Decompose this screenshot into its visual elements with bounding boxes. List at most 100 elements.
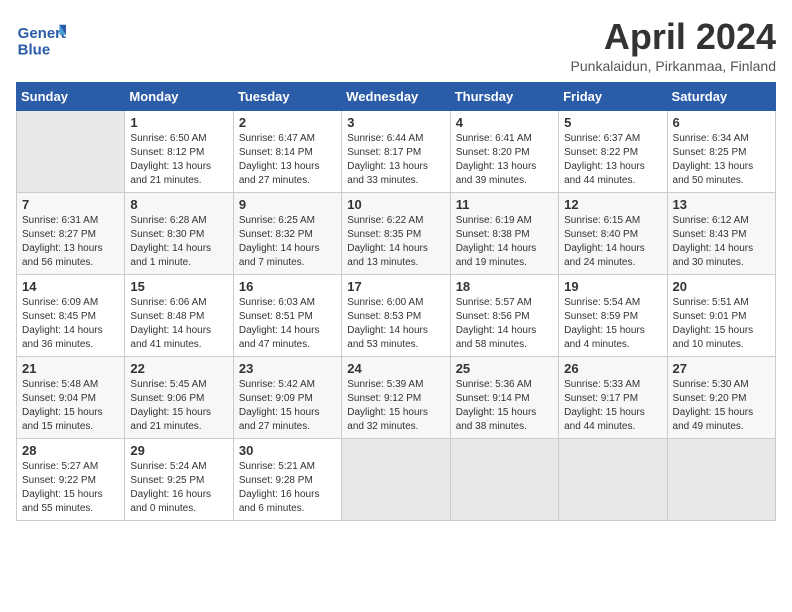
day-number: 12: [564, 197, 661, 212]
calendar-cell: 17 Sunrise: 6:00 AMSunset: 8:53 PMDaylig…: [342, 275, 450, 357]
day-number: 7: [22, 197, 119, 212]
day-info: Sunrise: 6:25 AMSunset: 8:32 PMDaylight:…: [239, 215, 320, 268]
day-number: 26: [564, 361, 661, 376]
calendar-table: SundayMondayTuesdayWednesdayThursdayFrid…: [16, 82, 776, 521]
day-info: Sunrise: 5:45 AMSunset: 9:06 PMDaylight:…: [130, 379, 211, 432]
day-info: Sunrise: 6:34 AMSunset: 8:25 PMDaylight:…: [673, 133, 754, 186]
day-number: 18: [456, 279, 553, 294]
calendar-cell: 29 Sunrise: 5:24 AMSunset: 9:25 PMDaylig…: [125, 439, 233, 521]
calendar-cell: 6 Sunrise: 6:34 AMSunset: 8:25 PMDayligh…: [667, 111, 775, 193]
calendar-week-2: 7 Sunrise: 6:31 AMSunset: 8:27 PMDayligh…: [17, 193, 776, 275]
day-info: Sunrise: 6:00 AMSunset: 8:53 PMDaylight:…: [347, 297, 428, 350]
day-info: Sunrise: 5:57 AMSunset: 8:56 PMDaylight:…: [456, 297, 537, 350]
day-info: Sunrise: 6:09 AMSunset: 8:45 PMDaylight:…: [22, 297, 103, 350]
calendar-cell: 22 Sunrise: 5:45 AMSunset: 9:06 PMDaylig…: [125, 357, 233, 439]
calendar-week-4: 21 Sunrise: 5:48 AMSunset: 9:04 PMDaylig…: [17, 357, 776, 439]
weekday-header-friday: Friday: [559, 83, 667, 111]
calendar-cell: 5 Sunrise: 6:37 AMSunset: 8:22 PMDayligh…: [559, 111, 667, 193]
calendar-cell: 16 Sunrise: 6:03 AMSunset: 8:51 PMDaylig…: [233, 275, 341, 357]
day-number: 20: [673, 279, 770, 294]
day-info: Sunrise: 5:42 AMSunset: 9:09 PMDaylight:…: [239, 379, 320, 432]
day-info: Sunrise: 5:54 AMSunset: 8:59 PMDaylight:…: [564, 297, 645, 350]
calendar-cell: 12 Sunrise: 6:15 AMSunset: 8:40 PMDaylig…: [559, 193, 667, 275]
calendar-cell: 27 Sunrise: 5:30 AMSunset: 9:20 PMDaylig…: [667, 357, 775, 439]
svg-text:Blue: Blue: [18, 42, 51, 59]
day-number: 17: [347, 279, 444, 294]
logo: General Blue: [16, 16, 66, 66]
day-info: Sunrise: 6:19 AMSunset: 8:38 PMDaylight:…: [456, 215, 537, 268]
day-info: Sunrise: 6:50 AMSunset: 8:12 PMDaylight:…: [130, 133, 211, 186]
day-number: 11: [456, 197, 553, 212]
day-info: Sunrise: 5:27 AMSunset: 9:22 PMDaylight:…: [22, 461, 103, 514]
day-number: 21: [22, 361, 119, 376]
day-info: Sunrise: 5:39 AMSunset: 9:12 PMDaylight:…: [347, 379, 428, 432]
weekday-header-sunday: Sunday: [17, 83, 125, 111]
calendar-cell: 7 Sunrise: 6:31 AMSunset: 8:27 PMDayligh…: [17, 193, 125, 275]
day-info: Sunrise: 5:30 AMSunset: 9:20 PMDaylight:…: [673, 379, 754, 432]
calendar-cell: 19 Sunrise: 5:54 AMSunset: 8:59 PMDaylig…: [559, 275, 667, 357]
day-number: 19: [564, 279, 661, 294]
calendar-cell: [667, 439, 775, 521]
day-number: 27: [673, 361, 770, 376]
day-number: 5: [564, 115, 661, 130]
calendar-cell: 14 Sunrise: 6:09 AMSunset: 8:45 PMDaylig…: [17, 275, 125, 357]
day-number: 3: [347, 115, 444, 130]
calendar-cell: 9 Sunrise: 6:25 AMSunset: 8:32 PMDayligh…: [233, 193, 341, 275]
day-info: Sunrise: 6:31 AMSunset: 8:27 PMDaylight:…: [22, 215, 103, 268]
title-area: April 2024 Punkalaidun, Pirkanmaa, Finla…: [571, 16, 776, 74]
calendar-cell: 8 Sunrise: 6:28 AMSunset: 8:30 PMDayligh…: [125, 193, 233, 275]
calendar-cell: 23 Sunrise: 5:42 AMSunset: 9:09 PMDaylig…: [233, 357, 341, 439]
day-number: 25: [456, 361, 553, 376]
day-number: 14: [22, 279, 119, 294]
day-info: Sunrise: 6:03 AMSunset: 8:51 PMDaylight:…: [239, 297, 320, 350]
weekday-header-row: SundayMondayTuesdayWednesdayThursdayFrid…: [17, 83, 776, 111]
day-number: 29: [130, 443, 227, 458]
day-number: 8: [130, 197, 227, 212]
month-title: April 2024: [571, 16, 776, 58]
page-header: General Blue April 2024 Punkalaidun, Pir…: [16, 16, 776, 74]
day-number: 9: [239, 197, 336, 212]
day-info: Sunrise: 6:44 AMSunset: 8:17 PMDaylight:…: [347, 133, 428, 186]
day-number: 13: [673, 197, 770, 212]
calendar-cell: 28 Sunrise: 5:27 AMSunset: 9:22 PMDaylig…: [17, 439, 125, 521]
day-info: Sunrise: 5:51 AMSunset: 9:01 PMDaylight:…: [673, 297, 754, 350]
day-number: 30: [239, 443, 336, 458]
calendar-cell: 18 Sunrise: 5:57 AMSunset: 8:56 PMDaylig…: [450, 275, 558, 357]
day-number: 6: [673, 115, 770, 130]
day-number: 1: [130, 115, 227, 130]
day-info: Sunrise: 6:15 AMSunset: 8:40 PMDaylight:…: [564, 215, 645, 268]
calendar-cell: 1 Sunrise: 6:50 AMSunset: 8:12 PMDayligh…: [125, 111, 233, 193]
calendar-cell: 30 Sunrise: 5:21 AMSunset: 9:28 PMDaylig…: [233, 439, 341, 521]
calendar-cell: [17, 111, 125, 193]
day-info: Sunrise: 6:12 AMSunset: 8:43 PMDaylight:…: [673, 215, 754, 268]
day-info: Sunrise: 6:37 AMSunset: 8:22 PMDaylight:…: [564, 133, 645, 186]
day-number: 15: [130, 279, 227, 294]
calendar-cell: 4 Sunrise: 6:41 AMSunset: 8:20 PMDayligh…: [450, 111, 558, 193]
day-info: Sunrise: 5:21 AMSunset: 9:28 PMDaylight:…: [239, 461, 320, 514]
calendar-cell: 20 Sunrise: 5:51 AMSunset: 9:01 PMDaylig…: [667, 275, 775, 357]
calendar-week-5: 28 Sunrise: 5:27 AMSunset: 9:22 PMDaylig…: [17, 439, 776, 521]
calendar-cell: 25 Sunrise: 5:36 AMSunset: 9:14 PMDaylig…: [450, 357, 558, 439]
svg-text:General: General: [18, 25, 66, 42]
day-number: 4: [456, 115, 553, 130]
weekday-header-thursday: Thursday: [450, 83, 558, 111]
calendar-cell: 21 Sunrise: 5:48 AMSunset: 9:04 PMDaylig…: [17, 357, 125, 439]
day-info: Sunrise: 5:24 AMSunset: 9:25 PMDaylight:…: [130, 461, 211, 514]
day-info: Sunrise: 5:48 AMSunset: 9:04 PMDaylight:…: [22, 379, 103, 432]
calendar-cell: 2 Sunrise: 6:47 AMSunset: 8:14 PMDayligh…: [233, 111, 341, 193]
day-number: 28: [22, 443, 119, 458]
calendar-cell: 15 Sunrise: 6:06 AMSunset: 8:48 PMDaylig…: [125, 275, 233, 357]
day-info: Sunrise: 6:41 AMSunset: 8:20 PMDaylight:…: [456, 133, 537, 186]
day-info: Sunrise: 6:22 AMSunset: 8:35 PMDaylight:…: [347, 215, 428, 268]
day-number: 22: [130, 361, 227, 376]
day-info: Sunrise: 5:33 AMSunset: 9:17 PMDaylight:…: [564, 379, 645, 432]
weekday-header-tuesday: Tuesday: [233, 83, 341, 111]
calendar-cell: 10 Sunrise: 6:22 AMSunset: 8:35 PMDaylig…: [342, 193, 450, 275]
day-number: 24: [347, 361, 444, 376]
day-number: 2: [239, 115, 336, 130]
weekday-header-wednesday: Wednesday: [342, 83, 450, 111]
day-info: Sunrise: 6:06 AMSunset: 8:48 PMDaylight:…: [130, 297, 211, 350]
calendar-cell: [559, 439, 667, 521]
calendar-week-3: 14 Sunrise: 6:09 AMSunset: 8:45 PMDaylig…: [17, 275, 776, 357]
calendar-cell: 13 Sunrise: 6:12 AMSunset: 8:43 PMDaylig…: [667, 193, 775, 275]
